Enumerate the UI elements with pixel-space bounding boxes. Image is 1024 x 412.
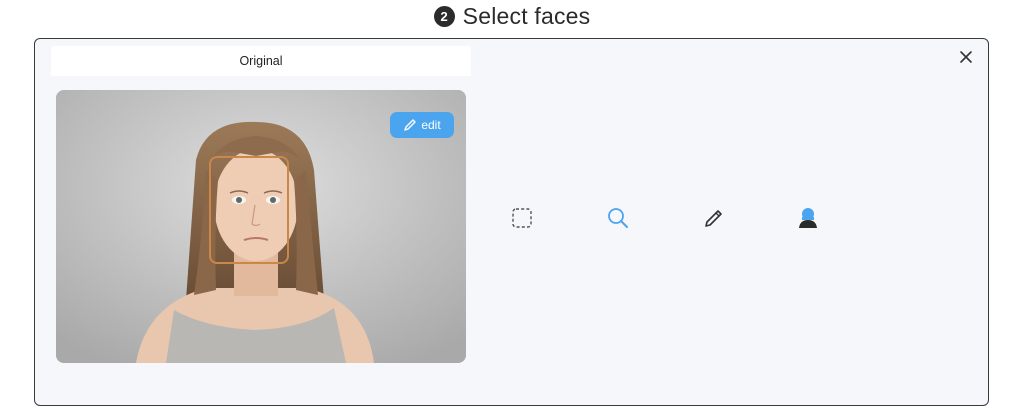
close-button[interactable]	[958, 49, 974, 65]
person-icon	[799, 208, 817, 228]
pencil-icon	[705, 210, 722, 227]
edit-label: edit	[421, 118, 441, 132]
box-select-icon	[512, 208, 532, 228]
search-icon	[608, 208, 628, 228]
close-icon	[960, 51, 972, 63]
face-selection-box[interactable]	[209, 156, 289, 264]
page-title: Select faces	[462, 2, 591, 29]
tab-original[interactable]: Original	[51, 46, 471, 76]
box-select-tool[interactable]	[508, 204, 536, 232]
search-tool[interactable]	[604, 204, 632, 232]
face-select-modal: Original edit	[34, 38, 989, 406]
draw-tool[interactable]	[700, 204, 728, 232]
step-number-badge: 2	[433, 5, 455, 27]
step-header: 2 Select faces	[0, 0, 1024, 32]
person-tool[interactable]	[794, 204, 822, 232]
portrait-image: edit	[56, 90, 466, 363]
pencil-icon	[404, 119, 417, 131]
edit-button[interactable]: edit	[390, 112, 454, 138]
